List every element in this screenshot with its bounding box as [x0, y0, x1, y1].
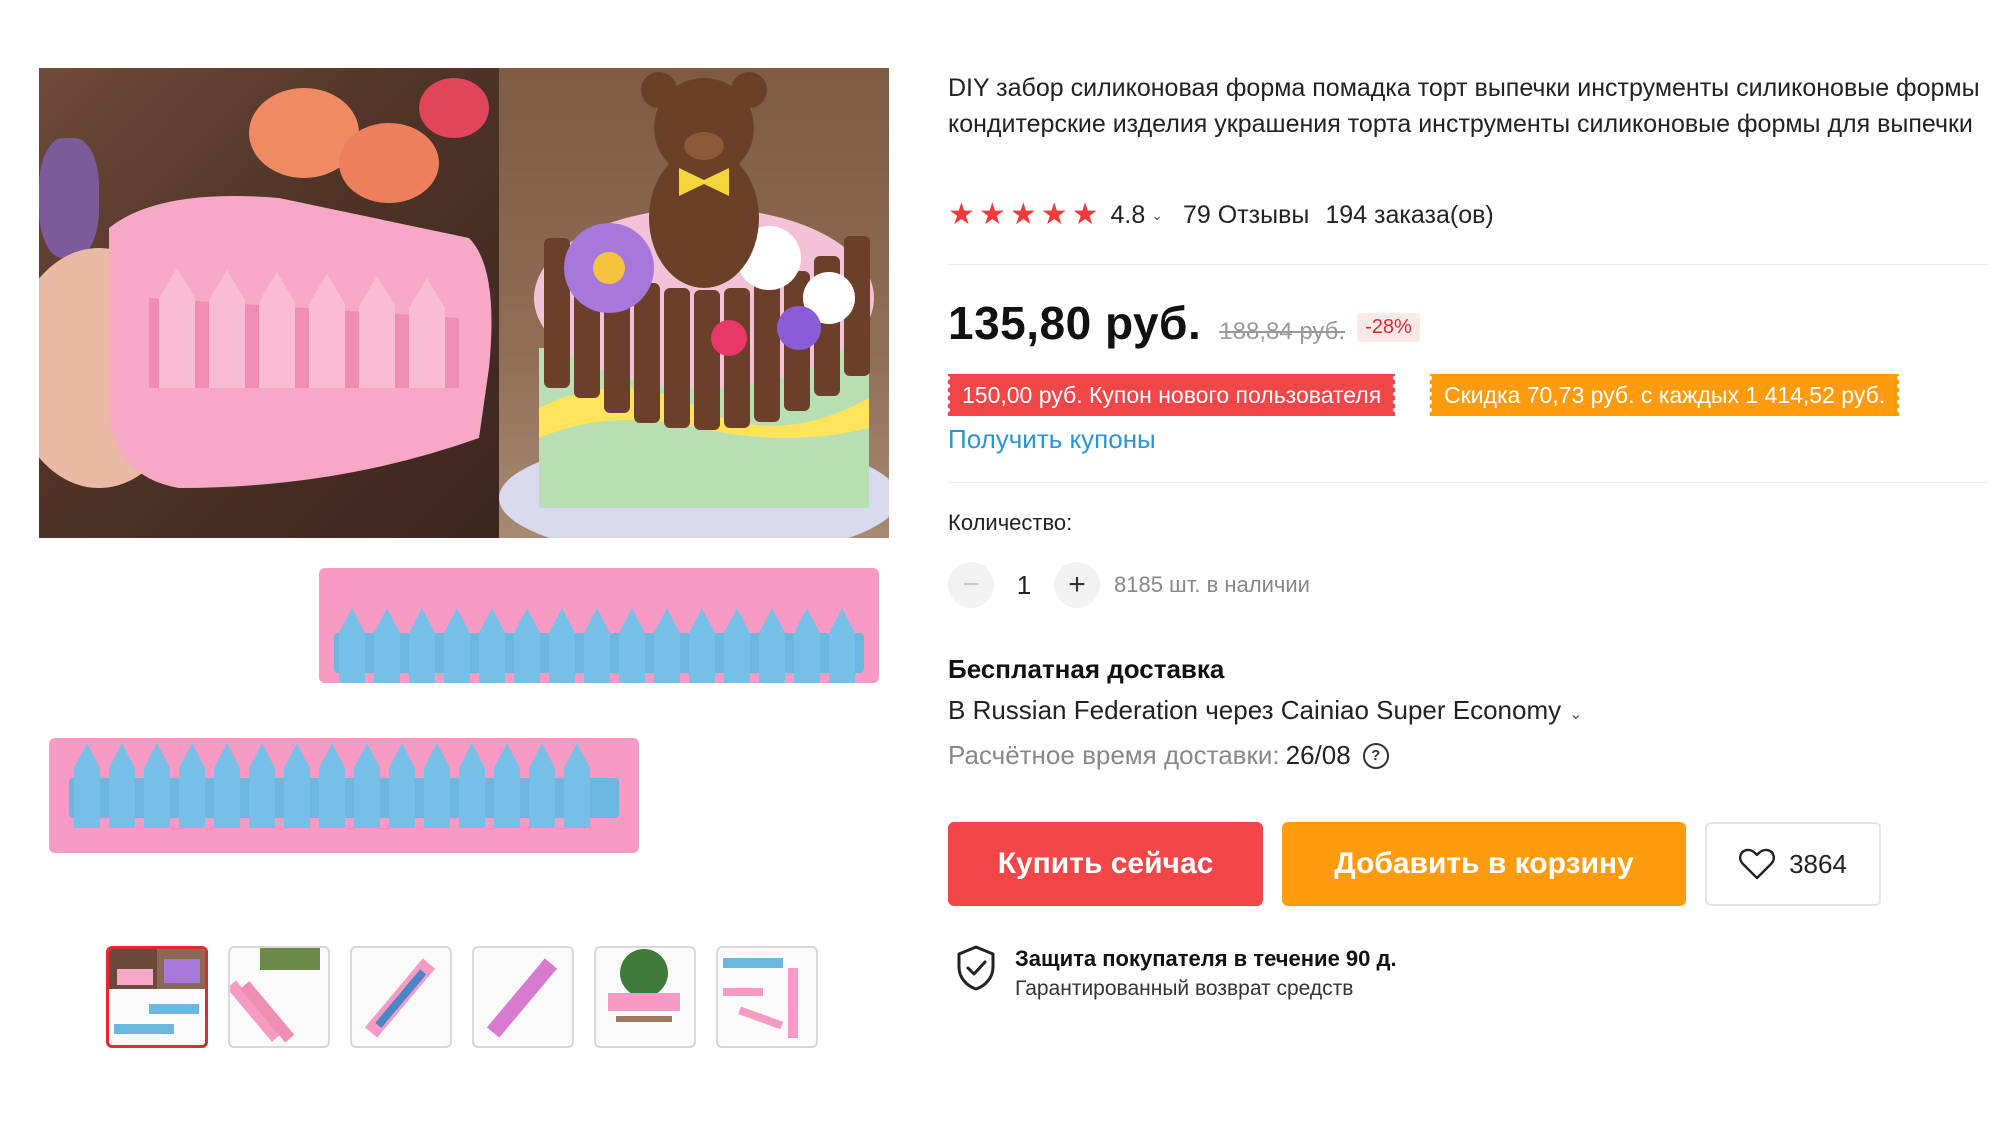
wishlist-button[interactable]: 3864 — [1705, 822, 1881, 906]
original-price: 188,84 руб. — [1219, 318, 1346, 345]
shipping-title: Бесплатная доставка — [948, 654, 1225, 684]
star-icon: ★ — [1040, 198, 1068, 231]
orders-count: 194 заказа(ов) — [1325, 200, 1494, 229]
quantity-value[interactable]: 1 — [994, 570, 1054, 601]
delivery-date: 26/08 — [1285, 740, 1351, 770]
divider — [948, 482, 1988, 483]
star-icon: ★ — [1071, 198, 1099, 231]
shield-check-icon — [957, 945, 995, 991]
stock-text: 8185 шт. в наличии — [1114, 572, 1310, 597]
quantity-label: Количество: — [948, 510, 1073, 535]
heart-icon — [1739, 848, 1776, 880]
thumbnail-1[interactable] — [106, 946, 208, 1048]
product-title: DIY забор силиконовая форма помадка торт… — [948, 74, 1980, 138]
thumbnail-strip — [106, 946, 818, 1050]
chevron-down-icon[interactable]: ⌄ — [1151, 207, 1163, 224]
photo-decorated-cake — [499, 68, 889, 538]
star-icon: ★ — [978, 198, 1006, 231]
buyer-protection: Защита покупателя в течение 90 д. Гарант… — [955, 944, 1397, 1004]
minus-icon[interactable]: − — [948, 562, 994, 608]
store-discount-coupon[interactable]: Скидка 70,73 руб. с каждых 1 414,52 руб. — [1427, 374, 1902, 416]
protection-title: Защита покупателя в течение 90 д. — [1015, 946, 1397, 971]
thumbnail-2[interactable] — [228, 946, 330, 1048]
get-coupons-link[interactable]: Получить купоны — [948, 424, 1156, 455]
thumbnail-4[interactable] — [472, 946, 574, 1048]
star-icon: ★ — [1009, 198, 1037, 231]
current-price: 135,80 руб. — [948, 297, 1202, 349]
add-to-cart-button[interactable]: Добавить в корзину — [1282, 822, 1686, 906]
help-icon[interactable]: ? — [1362, 742, 1389, 769]
reviews-link[interactable]: 79 Отзывы — [1183, 201, 1309, 230]
star-icon: ★ — [948, 198, 975, 231]
divider — [948, 264, 1988, 265]
delivery-time: Расчётное время доставки: 26/08 ? — [948, 740, 1389, 771]
photo-pink-mold-in-hand — [39, 68, 499, 538]
shipping-route-text: В Russian Federation через Cainiao Super… — [948, 695, 1562, 725]
buy-now-button[interactable]: Купить сейчас — [948, 822, 1263, 906]
photo-fence-molds — [39, 538, 889, 918]
main-product-image[interactable] — [39, 68, 889, 918]
delivery-time-label: Расчётное время доставки: — [948, 740, 1280, 770]
new-user-coupon[interactable]: 150,00 руб. Купон нового пользователя — [945, 374, 1398, 416]
plus-icon[interactable]: + — [1054, 562, 1100, 608]
rating-value[interactable]: 4.8 — [1111, 201, 1146, 230]
chevron-down-icon: ⌄ — [1569, 706, 1583, 723]
quantity-stepper: − 1 + 8185 шт. в наличии — [948, 562, 1310, 608]
rating-row: ★ ★ ★ ★ ★ 4.8 ⌄ 79 Отзывы 194 заказа(ов) — [948, 197, 1494, 233]
thumbnail-5[interactable] — [594, 946, 696, 1048]
shipping-route-select[interactable]: В Russian Federation через Cainiao Super… — [948, 695, 1583, 726]
rating-stars: ★ ★ ★ ★ ★ — [948, 200, 1099, 230]
thumbnail-6[interactable] — [716, 946, 818, 1048]
wishlist-count: 3864 — [1789, 848, 1847, 879]
price-row: 135,80 руб. 188,84 руб. -28% — [948, 296, 1420, 350]
thumbnail-3[interactable] — [350, 946, 452, 1048]
discount-badge: -28% — [1357, 313, 1420, 342]
protection-subtitle: Гарантированный возврат средств — [1015, 977, 1354, 1000]
